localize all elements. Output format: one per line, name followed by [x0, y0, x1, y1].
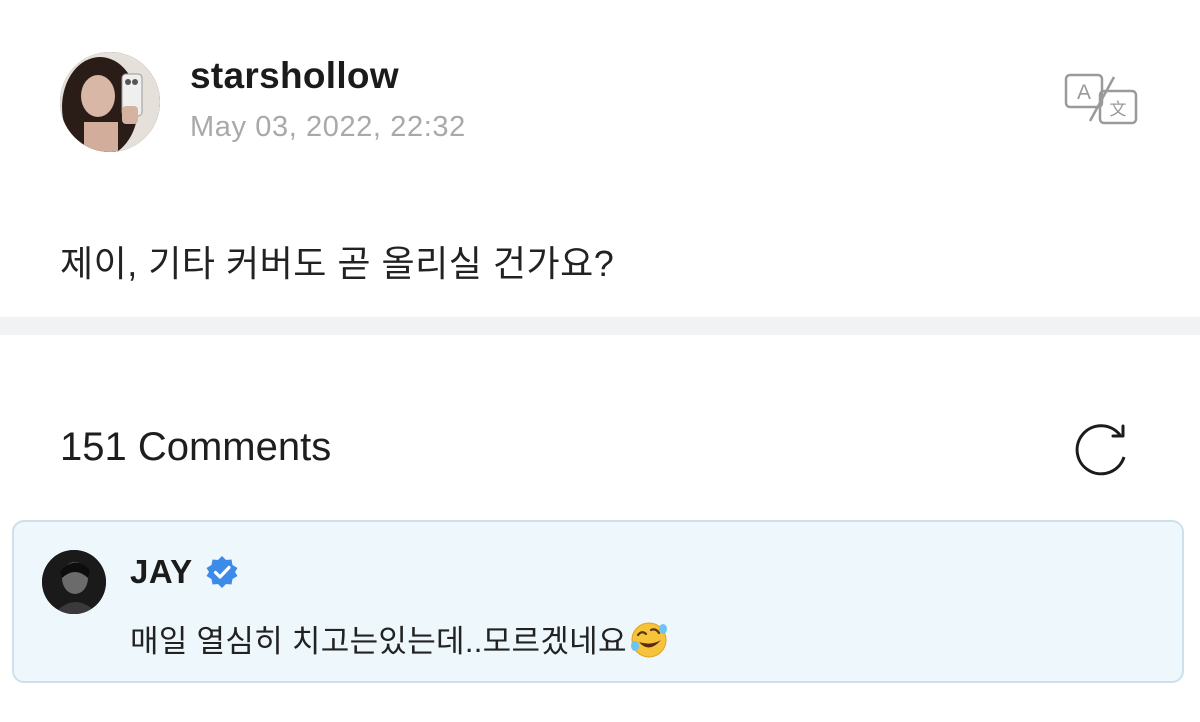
- comment-text-row: 매일 열심히 치고는있는데..모르겠네요: [130, 620, 669, 662]
- comment-author-row: JAY: [130, 552, 239, 592]
- post-body: 제이, 기타 커버도 곧 올리실 건가요?: [60, 243, 615, 284]
- translate-button[interactable]: A 文: [1064, 73, 1140, 125]
- rolling-on-floor-laughing-emoji-icon: [630, 622, 667, 658]
- svg-text:文: 文: [1110, 100, 1127, 120]
- post-header: starshollow May 03, 2022, 22:32: [60, 52, 466, 152]
- post-timestamp: May 03, 2022, 22:32: [190, 111, 466, 143]
- comment-avatar-image: [42, 550, 106, 614]
- translate-icon: A 文: [1064, 73, 1138, 125]
- comment-avatar[interactable]: [42, 550, 106, 614]
- comment-card[interactable]: JAY 매일 열심히 치고는있는데..모르겠네요: [12, 520, 1184, 683]
- svg-text:A: A: [1077, 81, 1091, 104]
- refresh-button[interactable]: [1073, 420, 1131, 478]
- author-avatar-image: [60, 52, 160, 152]
- comments-count: 151 Comments: [60, 425, 332, 469]
- section-divider: [0, 317, 1200, 335]
- author-avatar[interactable]: [60, 52, 160, 152]
- refresh-icon: [1075, 424, 1126, 476]
- comment-author-name[interactable]: JAY: [130, 552, 193, 592]
- author-block: starshollow May 03, 2022, 22:32: [190, 54, 466, 144]
- verified-badge-icon: [206, 556, 238, 588]
- post-author-name[interactable]: starshollow: [190, 54, 466, 98]
- comment-text: 매일 열심히 치고는있는데..모르겠네요: [130, 624, 627, 659]
- post-page: starshollow May 03, 2022, 22:32 A 文 제이, …: [0, 0, 1200, 722]
